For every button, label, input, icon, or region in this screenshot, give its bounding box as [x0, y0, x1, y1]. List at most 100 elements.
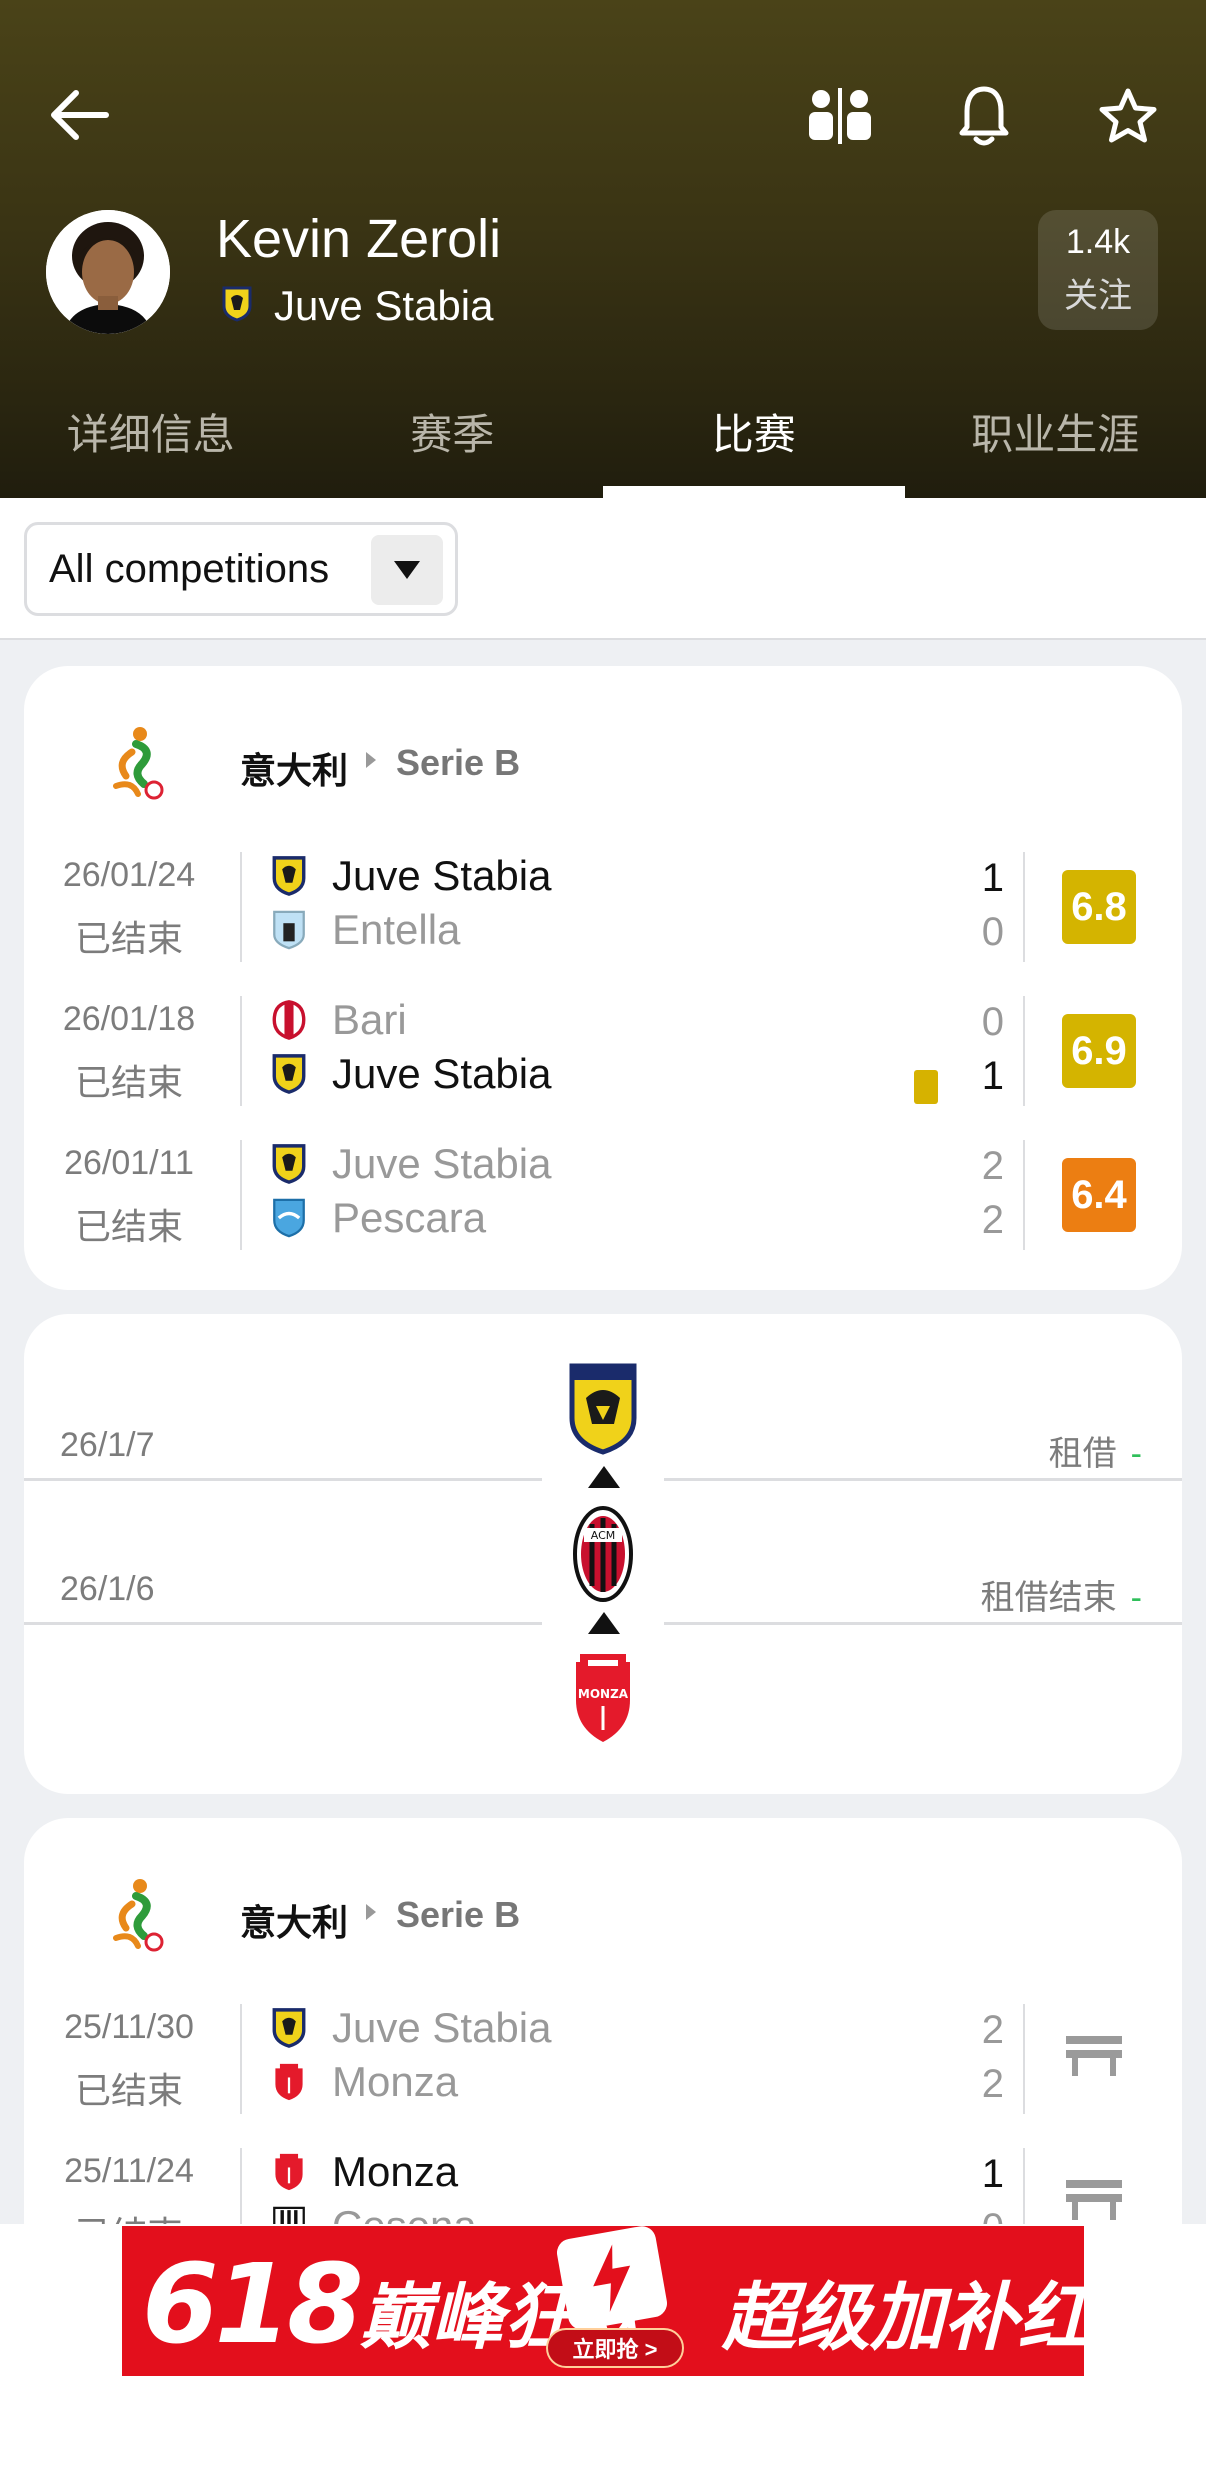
away-team-name: Monza [332, 2058, 459, 2105]
away-score: 1 [981, 1054, 1004, 1098]
ad-banner[interactable]: 618巅峰狂欢 立即抢 > 超级加补红包 [122, 2226, 1084, 2376]
player-rating: 6.8 [1062, 870, 1136, 944]
caret-right-icon [364, 1902, 378, 1927]
match-status: 已结束 [74, 1206, 183, 1247]
league-name[interactable]: Serie B [396, 742, 520, 784]
match-row[interactable]: 26/01/24 已结束 Juve Stabia Entella 1 0 6.8 [24, 852, 1182, 982]
follow-button[interactable]: 1.4k 关注 [1038, 210, 1158, 330]
match-date: 26/01/11 [64, 1144, 194, 1182]
league-country: 意大利 [240, 750, 349, 791]
juve-stabia-crest-icon [272, 1054, 306, 1094]
home-team: Juve Stabia [272, 1140, 551, 1188]
transfer-arrow-icon [588, 1612, 620, 1634]
match-row[interactable]: 25/11/30 已结束 Juve Stabia Monza 2 2 [24, 2004, 1182, 2134]
bench-icon [1064, 2034, 1124, 2083]
ad-number: 618 [142, 2240, 364, 2368]
divider [1023, 2004, 1025, 2114]
match-status: 已结束 [74, 1062, 183, 1103]
home-score: 0 [981, 1000, 1004, 1044]
home-score: 2 [981, 1144, 1004, 1188]
competition-dropdown[interactable]: All competitions [24, 522, 458, 616]
match-group-card: 意大利 Serie B 26/01/24 已结束 Juve Stabia Ent… [24, 666, 1182, 1290]
away-team: Pescara [272, 1194, 486, 1242]
divider [664, 1622, 1182, 1625]
filter-bar: All competitions [0, 498, 1206, 640]
divider [240, 1140, 242, 1250]
transfer-history-card: 26/1/7 租借 - ACM 26/1/6 租借结束 - MONZA [24, 1314, 1182, 1794]
player-header: Kevin Zeroli Juve Stabia 1.4k 关注 详细信息 赛季… [0, 0, 1206, 498]
juve-stabia-crest-icon [272, 2008, 306, 2048]
bench-icon [1064, 2178, 1124, 2227]
transfer-date: 26/1/6 [60, 1570, 155, 1608]
tab-season[interactable]: 赛季 [302, 380, 604, 498]
star-icon[interactable] [1088, 76, 1168, 156]
divider [240, 996, 242, 1106]
lightning-icon [554, 2226, 670, 2332]
match-row[interactable]: 26/01/18 已结束 Bari Juve Stabia 0 1 6.9 [24, 996, 1182, 1126]
transfer-fee: - [1130, 1435, 1142, 1473]
transfer-type: 租借结束 - [981, 1570, 1142, 1619]
match-date: 26/01/24 [62, 856, 196, 894]
away-score: 0 [981, 910, 1004, 954]
match-status: 已结束 [74, 918, 183, 959]
player-rating: 6.4 [1062, 1158, 1136, 1232]
divider [1023, 1140, 1025, 1250]
player-rating: 6.9 [1062, 1014, 1136, 1088]
divider [1023, 996, 1025, 1106]
svg-text:ACM: ACM [591, 1529, 616, 1542]
home-team: Juve Stabia [272, 2004, 551, 2052]
player-team[interactable]: Juve Stabia [222, 282, 493, 330]
caret-right-icon [364, 750, 378, 775]
divider [24, 1478, 542, 1481]
juve-stabia-crest-icon [568, 1362, 638, 1461]
away-team: Juve Stabia [272, 1050, 551, 1098]
divider [24, 1622, 542, 1625]
home-team-name: Bari [332, 996, 407, 1043]
tab-details[interactable]: 详细信息 [0, 380, 302, 498]
follow-label: 关注 [1064, 277, 1132, 315]
bari-crest-icon [272, 1000, 306, 1040]
home-team-name: Juve Stabia [332, 1140, 552, 1187]
transfer-fee: - [1130, 1579, 1142, 1617]
transfer-date: 26/1/7 [60, 1426, 155, 1464]
league-name[interactable]: Serie B [396, 1894, 520, 1936]
transfer-type-label: 租借 [1048, 1435, 1117, 1473]
monza-crest-icon [275, 2153, 303, 2191]
juve-stabia-crest-icon [222, 286, 252, 327]
entella-crest-icon [273, 910, 305, 950]
bell-icon[interactable] [944, 76, 1024, 156]
compare-icon[interactable] [796, 80, 884, 152]
home-team-name: Monza [332, 2148, 459, 2195]
player-avatar [46, 210, 170, 334]
monza-crest-icon [275, 2063, 303, 2101]
tab-career[interactable]: 职业生涯 [905, 380, 1206, 498]
away-score: 2 [981, 2062, 1004, 2106]
divider [664, 1478, 1182, 1481]
back-arrow-icon[interactable] [38, 80, 118, 150]
home-team: Monza [272, 2148, 458, 2196]
tab-matches[interactable]: 比赛 [603, 380, 905, 498]
away-team: Monza [272, 2058, 458, 2106]
player-team-name: Juve Stabia [274, 282, 494, 329]
away-team-name: Juve Stabia [332, 1050, 552, 1097]
match-status: 已结束 [74, 2070, 183, 2111]
serie-b-logo-icon [102, 724, 172, 804]
home-team: Bari [272, 996, 407, 1044]
match-row[interactable]: 26/01/11 已结束 Juve Stabia Pescara 2 2 6.4 [24, 1140, 1182, 1270]
home-team: Juve Stabia [272, 852, 551, 900]
juve-stabia-crest-icon [272, 1144, 306, 1184]
dropdown-arrow-icon[interactable] [371, 535, 443, 605]
transfer-type: 租借 - [1049, 1426, 1142, 1475]
match-date: 26/01/18 [62, 1000, 196, 1038]
match-date: 25/11/24 [64, 2152, 194, 2190]
juve-stabia-crest-icon [272, 856, 306, 896]
home-score: 1 [981, 856, 1004, 900]
home-team-name: Juve Stabia [332, 852, 552, 899]
pescara-crest-icon [273, 1198, 305, 1238]
yellow-card-icon [914, 1070, 938, 1104]
ac-milan-crest-icon: ACM [572, 1504, 634, 1609]
away-team-name: Entella [332, 906, 461, 953]
home-score: 1 [981, 2152, 1004, 2196]
ad-grab-button[interactable]: 立即抢 > [546, 2328, 684, 2368]
divider [240, 2004, 242, 2114]
